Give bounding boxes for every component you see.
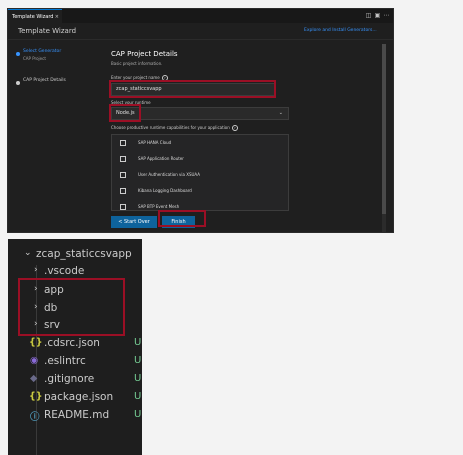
step-cap-project-details[interactable]: CAP Project Details <box>23 78 66 83</box>
chevron-down-icon[interactable]: ⌄ <box>24 248 32 258</box>
file-readme[interactable]: README.md <box>44 409 109 421</box>
json-icon: {} <box>29 337 43 348</box>
template-wizard-panel: Template Wizard × ◫ ▣ ⋯ Template Wizard … <box>7 8 394 233</box>
capability-approuter[interactable]: SAP Application Router <box>112 151 288 167</box>
step-select-generator-sub: CAP Project <box>23 56 46 61</box>
highlight-runtime <box>109 104 141 122</box>
wizard-title: Template Wizard <box>18 27 77 35</box>
git-status-badge: U <box>134 373 142 384</box>
capabilities-list: SAP HANA Cloud SAP Application Router Us… <box>111 134 289 211</box>
step-active-icon <box>16 52 20 56</box>
tab-close-icon[interactable]: × <box>55 10 59 24</box>
file-gitignore[interactable]: .gitignore <box>44 373 94 385</box>
chevron-down-icon: ⌄ <box>278 110 283 116</box>
more-actions-icon[interactable]: ⋯ <box>383 12 390 19</box>
highlight-project-name <box>109 80 276 98</box>
git-status-badge: U <box>134 409 142 420</box>
step-icon <box>16 81 20 85</box>
form-subheading: Basic project information. <box>111 61 163 66</box>
checkbox[interactable] <box>120 140 126 146</box>
git-icon: ◆ <box>30 373 38 384</box>
file-eslintrc[interactable]: .eslintrc <box>44 355 86 367</box>
step-select-generator[interactable]: Select Generator <box>23 49 61 54</box>
scrollbar-thumb[interactable] <box>382 44 386 214</box>
layout-icon[interactable]: ▣ <box>374 12 381 19</box>
split-editor-icon[interactable]: ◫ <box>365 12 372 19</box>
checkbox[interactable] <box>120 204 126 210</box>
checkbox[interactable] <box>120 188 126 194</box>
git-status-badge: U <box>134 391 142 402</box>
checkbox[interactable] <box>120 172 126 178</box>
tab-label: Template Wizard <box>12 14 54 20</box>
tab-template-wizard[interactable]: Template Wizard × <box>8 9 62 23</box>
json-icon: {} <box>29 391 43 402</box>
git-status-badge: U <box>134 355 142 366</box>
file-package-json[interactable]: package.json <box>44 391 113 403</box>
file-explorer: ⌄ zcap_staticcsvapp › .vscode › app › db… <box>8 239 142 455</box>
chevron-right-icon[interactable]: › <box>34 265 38 275</box>
eslint-icon: ◉ <box>30 355 39 366</box>
root-folder[interactable]: zcap_staticcsvapp <box>36 248 132 260</box>
capability-xsuaa[interactable]: User Authentication via XSUAA <box>112 167 288 183</box>
info-icon: ⓘ <box>30 412 40 423</box>
folder-vscode[interactable]: .vscode <box>44 265 84 277</box>
capability-kibana[interactable]: Kibana Logging Dashboard <box>112 183 288 199</box>
highlight-finish <box>158 210 206 227</box>
capability-hana[interactable]: SAP HANA Cloud <box>112 135 288 151</box>
capabilities-label: Choose productive runtime capabilities f… <box>111 125 238 131</box>
wizard-header: Template Wizard Explore and Install Gene… <box>8 23 393 40</box>
form-heading: CAP Project Details <box>111 50 178 58</box>
checkbox[interactable] <box>120 156 126 162</box>
editor-tab-bar: Template Wizard × ◫ ▣ ⋯ <box>8 9 393 23</box>
git-status-badge: U <box>134 337 142 348</box>
info-icon[interactable]: ? <box>231 125 238 131</box>
highlight-folders <box>18 278 125 336</box>
explore-generators-link[interactable]: Explore and Install Generators... <box>304 23 377 39</box>
file-cdsrc-json[interactable]: .cdsrc.json <box>44 337 100 349</box>
start-over-button[interactable]: < Start Over <box>111 216 157 228</box>
